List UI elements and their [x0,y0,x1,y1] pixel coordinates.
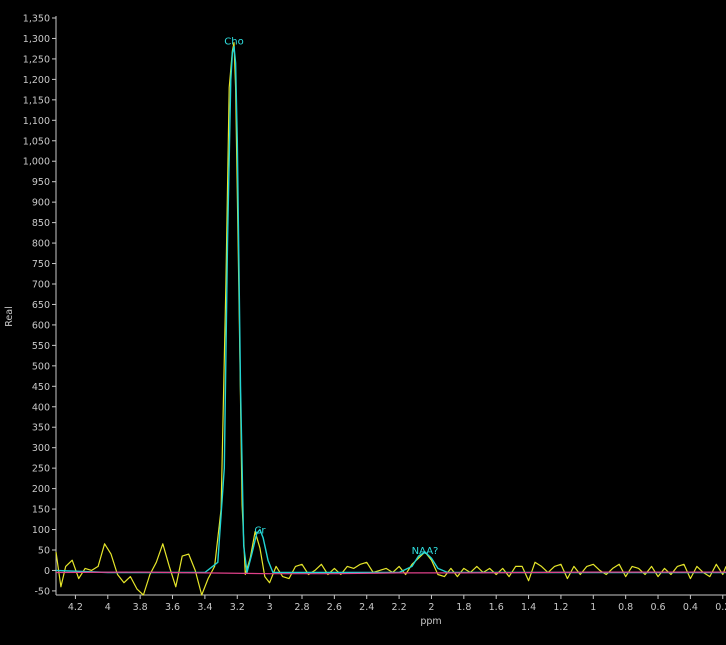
peak-label: Cr [254,525,266,536]
x-tick-label: 1.6 [489,602,504,613]
y-tick-label: 200 [32,484,50,495]
y-tick-label: 100 [32,525,50,536]
y-tick-label: 1,350 [23,14,50,25]
y-tick-label: 400 [32,402,50,413]
x-tick-label: 3.6 [165,602,180,613]
y-tick-label: 350 [32,423,50,434]
x-tick-label: 1 [590,602,596,613]
x-tick-label: 2.4 [359,602,374,613]
x-tick-label: 0.8 [618,602,633,613]
y-tick-label: 550 [32,341,50,352]
peak-label: Cho [224,36,243,47]
x-tick-label: 0.2 [715,602,726,613]
x-tick-label: 1.2 [553,602,568,613]
peak-label: NAA? [412,546,439,557]
y-tick-label: 300 [32,443,50,454]
y-tick-label: 500 [32,361,50,372]
y-tick-label: 0 [44,566,50,577]
y-tick-label: 1,100 [23,116,50,127]
x-tick-label: 2.6 [327,602,342,613]
x-tick-label: 2.2 [392,602,407,613]
x-tick-label: 3.4 [197,602,212,613]
y-tick-label: 1,300 [23,34,50,45]
y-tick-label: 1,250 [23,54,50,65]
y-tick-label: 1,050 [23,136,50,147]
y-tick-label: 700 [32,279,50,290]
y-tick-label: 650 [32,300,50,311]
plot-background [0,0,726,640]
y-tick-label: 250 [32,464,50,475]
x-tick-label: 0.6 [650,602,665,613]
x-tick-label: 1.4 [521,602,536,613]
x-tick-label: 2.8 [294,602,309,613]
x-axis-title: ppm [420,616,441,627]
x-tick-label: 3 [267,602,273,613]
y-tick-label: 950 [32,177,50,188]
x-tick-label: 0.4 [683,602,698,613]
y-tick-label: 800 [32,239,50,250]
y-tick-label: 150 [32,505,50,516]
x-tick-label: 4.2 [68,602,83,613]
x-tick-label: 4 [105,602,111,613]
spectrum-plot: -50 0 50 100 150 200 250 300 350 400 450 500 550 600 6… [0,0,726,640]
x-tick-label: 2 [428,602,434,613]
y-tick-label: 1,150 [23,95,50,106]
x-tick-label: 3.2 [230,602,245,613]
x-tick-label: 3.8 [133,602,148,613]
y-tick-label: 1,000 [23,157,50,168]
x-tick-label: 1.8 [456,602,471,613]
y-tick-label: 450 [32,382,50,393]
y-tick-label: 750 [32,259,50,270]
y-tick-label: 1,200 [23,75,50,86]
y-tick-label: 900 [32,198,50,209]
y-axis-title: Real [4,306,15,326]
y-tick-label: 850 [32,218,50,229]
y-tick-label: 600 [32,320,50,331]
spectrum-chart: -50 0 50 100 150 200 250 300 350 400 450 500 550 600 6… [0,0,726,640]
y-tick-label: -50 [34,586,50,597]
y-tick-label: 50 [38,545,50,556]
